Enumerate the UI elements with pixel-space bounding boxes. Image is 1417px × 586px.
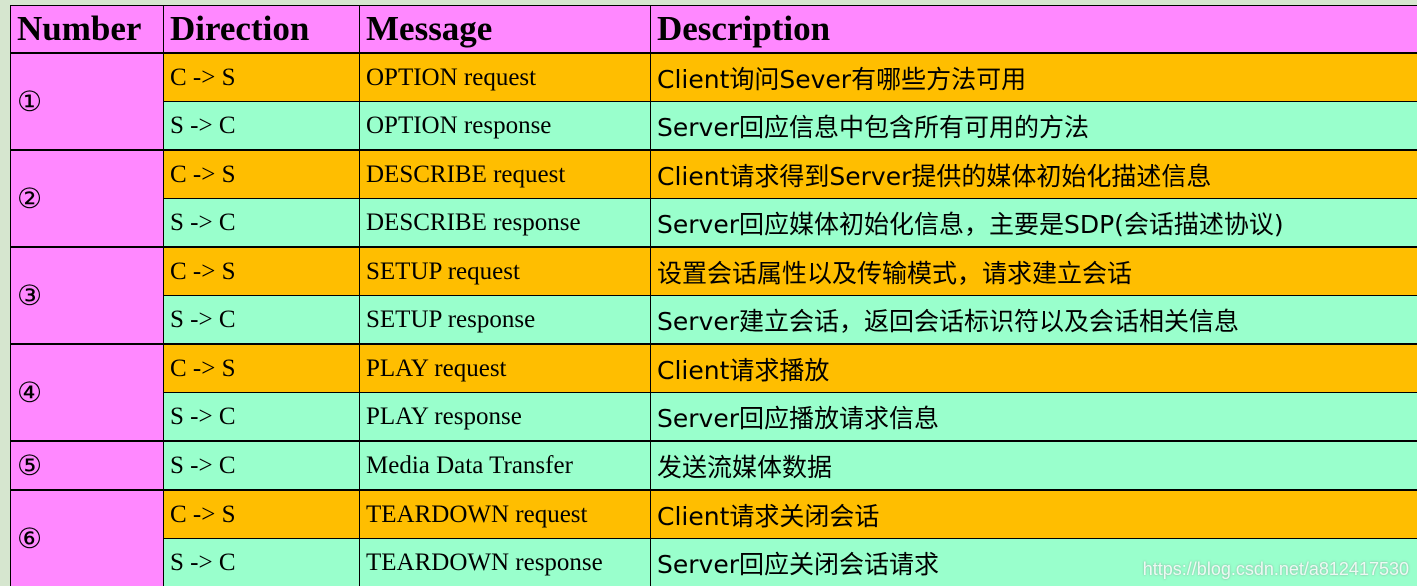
table-row: ④C -> S PLAY request Client请求播放: [10, 343, 1417, 442]
direction-cell: C -> S: [163, 489, 360, 539]
header-row: Number Direction Message Description: [10, 5, 1417, 54]
rtsp-message-table: Number Direction Message Description ①C …: [10, 5, 1417, 586]
description-cell: 发送流媒体数据: [650, 440, 1417, 491]
direction-cell: S -> C: [163, 440, 360, 491]
message-cell: DESCRIBE response: [359, 198, 651, 248]
description-cell: 设置会话属性以及传输模式，请求建立会话: [650, 246, 1417, 296]
message-cell: Media Data Transfer: [359, 440, 651, 491]
direction-cell: C -> S: [163, 149, 360, 199]
watermark: https://blog.csdn.net/a812417530: [1142, 559, 1409, 579]
header-message: Message: [359, 5, 651, 54]
direction-cell: C -> S: [163, 343, 360, 393]
message-cell: OPTION request: [359, 52, 651, 102]
message-cell: OPTION response: [359, 101, 651, 151]
table-row: S -> C OPTION response Server回应信息中包含所有可用的方…: [11, 101, 1417, 151]
table-row: S -> C SETUP response Server建立会话，返回会话标识符以及…: [11, 295, 1417, 345]
step-number: ④: [10, 343, 164, 442]
description-cell: Server回应媒体初始化信息，主要是SDP(会话描述协议): [650, 198, 1417, 248]
direction-cell: S -> C: [163, 392, 360, 442]
message-cell: SETUP request: [359, 246, 651, 296]
direction-cell: S -> C: [163, 538, 360, 586]
header-description: Description: [650, 5, 1417, 54]
description-cell: Server回应信息中包含所有可用的方法: [650, 101, 1417, 151]
description-cell: Server建立会话，返回会话标识符以及会话相关信息: [650, 295, 1417, 345]
direction-cell: S -> C: [163, 295, 360, 345]
step-number: ③: [10, 246, 164, 345]
step-number: ①: [10, 52, 164, 151]
description-cell: Client请求关闭会话: [650, 489, 1417, 539]
table-row: ②C -> S DESCRIBE request Client请求得到Server提…: [10, 149, 1417, 248]
direction-cell: S -> C: [163, 101, 360, 151]
description-cell: Server回应播放请求信息: [650, 392, 1417, 442]
direction-cell: C -> S: [163, 52, 360, 102]
table-row: ⑥C -> S TEARDOWN request Client请求关闭会话: [10, 489, 1417, 586]
step-number: ⑤: [10, 440, 164, 491]
page: Number Direction Message Description ①C …: [0, 0, 1417, 586]
direction-cell: S -> C: [163, 198, 360, 248]
message-cell: DESCRIBE request: [359, 149, 651, 199]
message-cell: TEARDOWN request: [359, 489, 651, 539]
table-row: S -> C PLAY response Server回应播放请求信息: [11, 392, 1417, 442]
message-cell: SETUP response: [359, 295, 651, 345]
message-cell: TEARDOWN response: [359, 538, 651, 586]
table-header: Number Direction Message Description: [10, 5, 1417, 54]
table-row: ③C -> S SETUP request 设置会话属性以及传输模式，请求建立会话: [10, 246, 1417, 345]
direction-cell: C -> S: [163, 246, 360, 296]
description-cell: Client请求得到Server提供的媒体初始化描述信息: [650, 149, 1417, 199]
header-direction: Direction: [163, 5, 360, 54]
table-row: ①C -> S OPTION request Client询问Sever有哪些方法可…: [10, 52, 1417, 151]
table-row: S -> C DESCRIBE response Server回应媒体初始化信息，主…: [11, 198, 1417, 248]
message-cell: PLAY request: [359, 343, 651, 393]
description-cell: Client请求播放: [650, 343, 1417, 393]
step-number: ⑥: [10, 489, 164, 586]
table-row: ⑤S -> C Media Data Transfer 发送流媒体数据: [10, 440, 1417, 491]
message-cell: PLAY response: [359, 392, 651, 442]
step-number: ②: [10, 149, 164, 248]
header-number: Number: [10, 5, 164, 54]
table-body: ①C -> S OPTION request Client询问Sever有哪些方法可…: [10, 52, 1417, 586]
description-cell: Client询问Sever有哪些方法可用: [650, 52, 1417, 102]
